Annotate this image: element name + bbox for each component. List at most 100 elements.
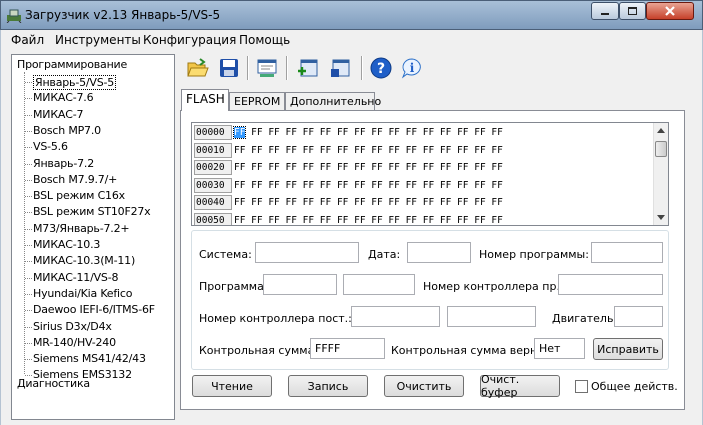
tree-connector	[25, 293, 32, 295]
tree-item[interactable]: МИКАС-10.3(М-11)	[33, 254, 135, 267]
hex-bytes[interactable]: FF FF FF FF FF FF FF FF FF FF FF FF FF F…	[234, 214, 503, 226]
program-number-field[interactable]	[591, 242, 663, 263]
hex-cursor[interactable]: FF	[232, 126, 247, 139]
save-button[interactable]	[217, 56, 241, 80]
svg-text:i: i	[410, 61, 415, 75]
toolbar-separator	[286, 56, 288, 80]
open-button[interactable]	[186, 56, 210, 80]
tree-item[interactable]: МИКАС-7	[33, 108, 84, 121]
tree-item[interactable]: М73/Январь-7.2+	[33, 222, 130, 235]
tree-item[interactable]: MR-140/HV-240	[33, 336, 116, 349]
tree-item[interactable]: МИКАС-10.3	[33, 238, 100, 251]
controller-pr-label: Номер контроллера пр.:	[423, 280, 564, 293]
program-field[interactable]	[263, 274, 337, 295]
toolbar-separator	[361, 56, 363, 80]
clear-button[interactable]: Очистить	[384, 375, 464, 397]
info-button[interactable]: i	[400, 56, 424, 80]
tree-item[interactable]: BSL режим ST10F27x	[33, 205, 151, 218]
tree-item[interactable]: VS-5.6	[33, 140, 68, 153]
program-label: Программа:	[199, 280, 268, 293]
hex-bytes[interactable]: FF FF FF FF FF FF FF FF FF FF FF FF FF F…	[232, 126, 503, 139]
tree-item[interactable]: Siemens MS41/42/43	[33, 352, 146, 365]
hex-bytes[interactable]: FF FF FF FF FF FF FF FF FF FF FF FF FF F…	[234, 179, 503, 192]
checksum-ok-field[interactable]: Нет	[534, 338, 585, 359]
read-button[interactable]: Чтение	[192, 375, 272, 397]
tree-root[interactable]: Программирование	[17, 58, 127, 71]
tree-item[interactable]: Sirius D3x/D4x	[33, 320, 112, 333]
hex-bytes[interactable]: FF FF FF FF FF FF FF FF FF FF FF FF FF F…	[234, 196, 503, 209]
save-icon	[220, 59, 238, 77]
title-bar: Загрузчик v2.13 Январь-5/VS-5	[0, 0, 703, 30]
menu-file[interactable]: Файл	[11, 33, 44, 47]
write-button[interactable]: Запись	[288, 375, 368, 397]
tree-connector	[25, 212, 32, 214]
tree-connector	[25, 163, 32, 165]
tree-item[interactable]: Bosch MP7.0	[33, 124, 101, 137]
tree-item[interactable]: BSL режим C16x	[33, 189, 125, 202]
system-field[interactable]	[255, 242, 359, 263]
tree-item[interactable]: Январь-5/VS-5	[33, 75, 117, 90]
controller-post-label: Номер контроллера пост.:	[199, 312, 352, 325]
program-number-label: Номер программы:	[479, 248, 589, 261]
svg-text:?: ?	[377, 61, 385, 77]
scroll-thumb[interactable]	[655, 141, 667, 157]
close-icon	[665, 6, 675, 16]
fix-button[interactable]: Исправить	[593, 338, 663, 360]
scroll-up-icon[interactable]	[657, 127, 665, 133]
clear-buffer-button[interactable]: Очист. буфер	[480, 373, 560, 399]
settings-button[interactable]	[255, 56, 279, 80]
controller-post-field[interactable]	[351, 306, 440, 327]
settings-icon	[257, 59, 277, 77]
menu-tools[interactable]: Инструменты	[55, 33, 141, 47]
scroll-down-icon[interactable]	[657, 215, 665, 221]
tab-eeprom[interactable]: EEPROM	[229, 92, 285, 110]
tree-connector	[24, 72, 25, 374]
tree-item[interactable]: Bosch M7.9.7/+	[33, 173, 117, 186]
hex-editor[interactable]: 00000 FF FF FF FF FF FF FF FF FF FF FF FF…	[191, 122, 669, 226]
hex-address: 00010	[194, 142, 232, 158]
date-field[interactable]	[407, 242, 471, 263]
write-chip-button[interactable]	[328, 56, 352, 80]
tree-item[interactable]: Январь-7.2	[33, 157, 94, 170]
open-folder-icon	[187, 58, 209, 77]
menu-config[interactable]: Конфигурация	[143, 33, 236, 47]
tree-item[interactable]: Hyundai/Kia Kefico	[33, 287, 132, 300]
tree-connector	[25, 310, 32, 312]
hex-bytes[interactable]: FF FF FF FF FF FF FF FF FF FF FF FF FF F…	[234, 144, 503, 157]
program-field-2[interactable]	[343, 274, 415, 295]
tree-connector	[25, 228, 32, 230]
engine-field[interactable]	[614, 306, 663, 327]
controller-pr-field[interactable]	[558, 274, 663, 295]
checksum-field[interactable]: FFFF	[310, 338, 385, 359]
tree-item[interactable]: МИКАС-11/VS-8	[33, 271, 118, 284]
checksum-label: Контрольная сумма:	[199, 344, 319, 357]
maximize-button[interactable]	[619, 2, 646, 20]
write-chip-icon	[331, 59, 350, 77]
toolbar-separator	[247, 56, 249, 80]
common-action-checkbox[interactable]	[575, 380, 588, 393]
hex-scrollbar[interactable]	[653, 123, 668, 225]
tree-item[interactable]: МИКАС-7.6	[33, 91, 94, 104]
tree-item[interactable]: Daewoo IEFI-6/ITMS-6F	[33, 303, 155, 316]
minimize-button[interactable]	[591, 2, 619, 20]
read-chip-icon	[298, 59, 318, 77]
menu-help[interactable]: Помощь	[239, 33, 290, 47]
hex-address: 00020	[194, 160, 232, 175]
tree-connector	[25, 277, 32, 279]
hex-bytes-rest: FF FF FF FF FF FF FF FF FF FF FF FF FF F…	[245, 127, 503, 138]
controller-post-field-2[interactable]	[447, 306, 536, 327]
hex-bytes[interactable]: FF FF FF FF FF FF FF FF FF FF FF FF FF F…	[234, 161, 503, 174]
hex-address: 00040	[194, 195, 232, 210]
tab-flash[interactable]: FLASH	[181, 89, 229, 111]
tab-extra[interactable]: Дополнительно	[285, 92, 381, 110]
date-label: Дата:	[368, 248, 401, 261]
read-chip-button[interactable]	[296, 56, 320, 80]
hex-address: 00030	[194, 177, 232, 193]
close-button[interactable]	[646, 2, 694, 20]
protocol-tree: Программирование Январь-5/VS-5 МИКАС-7.6 М…	[11, 54, 175, 420]
help-button[interactable]: ?	[369, 56, 393, 80]
tree-connector	[25, 130, 32, 132]
tree-diagnostics[interactable]: Диагностика	[17, 377, 90, 390]
tree-connector	[25, 196, 32, 198]
tree-connector	[25, 114, 32, 116]
